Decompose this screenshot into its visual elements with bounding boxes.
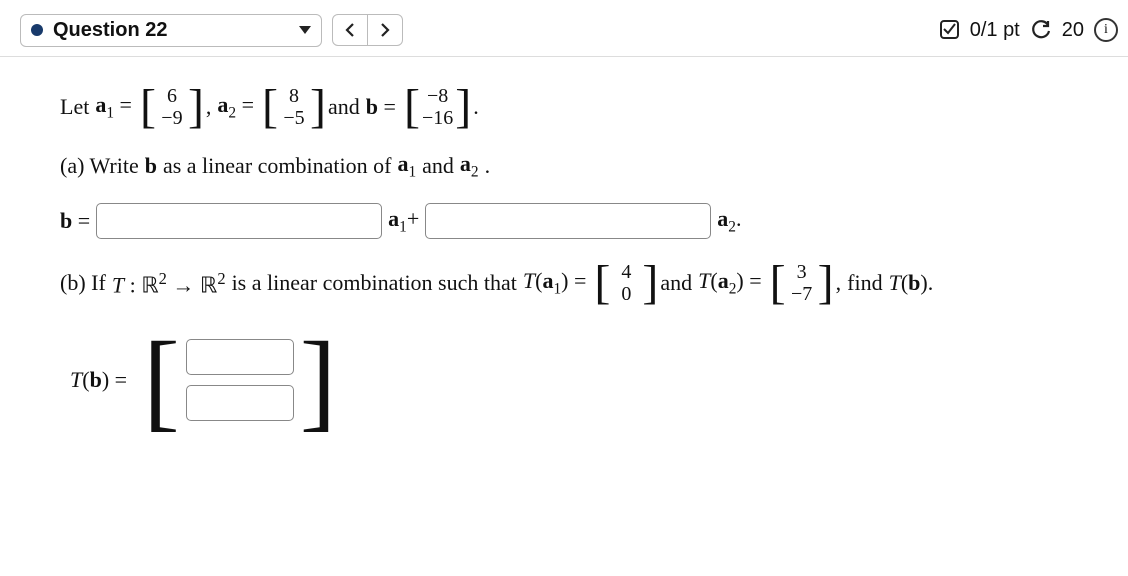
matrix-b: [ −8−16 ] [404, 85, 471, 129]
part-b-answer: T(b) = [ ] [60, 335, 1068, 425]
info-icon[interactable]: i [1094, 18, 1118, 42]
status-dot-icon [31, 24, 43, 36]
matrix-a2: [ 8−5 ] [262, 85, 326, 129]
matrix-Ta1: [ 40 ] [594, 261, 658, 305]
chevron-right-icon [379, 23, 391, 37]
question-body: Let a1 = [ 6−9 ] , a2 = [ 8−5 ] and b = … [0, 57, 1128, 457]
retry-icon [1030, 19, 1052, 41]
question-header: Question 22 0/1 pt 20 i [0, 0, 1128, 57]
coef-a2-input[interactable] [425, 203, 711, 239]
question-selector[interactable]: Question 22 [20, 14, 322, 47]
matrix-Ta2: [ 3−7 ] [770, 261, 834, 305]
next-question-button[interactable] [367, 14, 403, 46]
matrix-Tb-input: [ ] [143, 335, 336, 425]
chevron-down-icon [299, 26, 311, 34]
question-title: Question 22 [53, 19, 167, 42]
attempts-text: 20 [1062, 19, 1084, 42]
Tb-bottom-input[interactable] [186, 385, 294, 421]
prev-question-button[interactable] [332, 14, 368, 46]
text-let: Let [60, 94, 89, 120]
part-b-prompt: (b) If T : ℝ2 → ℝ2 is a linear combinati… [60, 261, 1068, 305]
given-vectors: Let a1 = [ 6−9 ] , a2 = [ 8−5 ] and b = … [60, 85, 1068, 129]
chevron-left-icon [344, 23, 356, 37]
coef-a1-input[interactable] [96, 203, 382, 239]
Tb-top-input[interactable] [186, 339, 294, 375]
score-meta: 0/1 pt 20 i [940, 18, 1118, 42]
part-a-answer: b = a1+ a2. [60, 203, 1068, 239]
matrix-a1: [ 6−9 ] [140, 85, 204, 129]
score-text: 0/1 pt [970, 19, 1020, 42]
checkbox-icon [940, 20, 960, 40]
part-a-prompt: (a) Write b as a linear combination of a… [60, 151, 1068, 181]
